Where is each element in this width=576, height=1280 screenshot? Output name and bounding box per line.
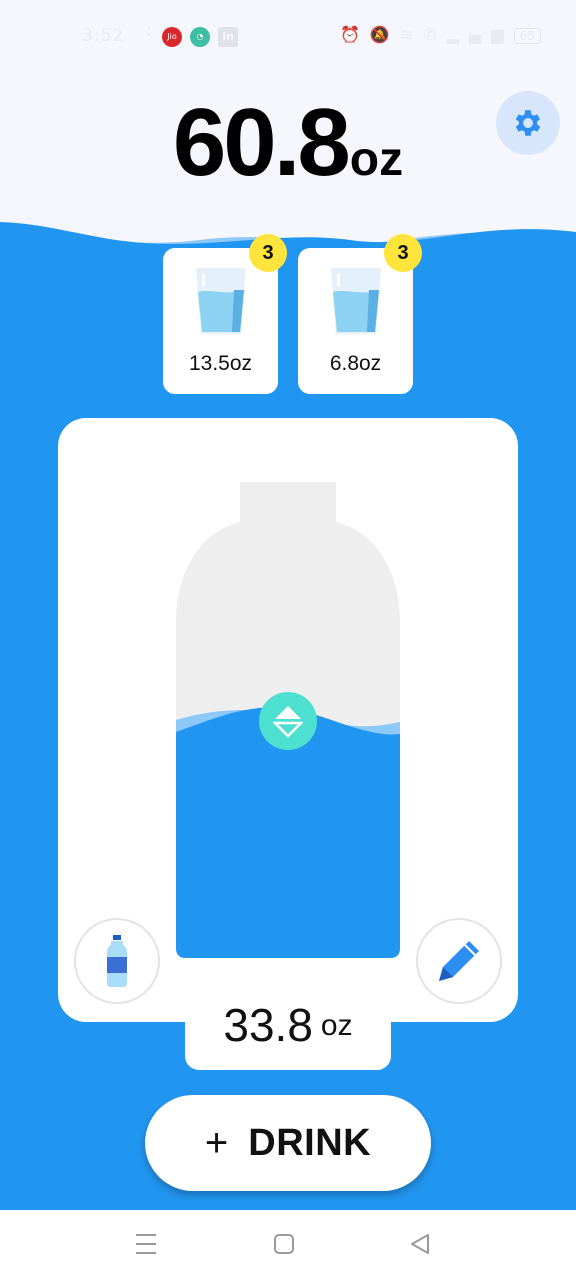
cup-size-label: 6.8oz (329, 352, 382, 375)
amount-value: 33.8 (223, 999, 313, 1051)
pencil-icon (439, 941, 479, 981)
total-intake: 60.8oz (0, 88, 576, 198)
linkedin-icon: in (218, 27, 238, 47)
menu-icon[interactable] (135, 1232, 157, 1256)
drink-label: DRINK (248, 1121, 372, 1164)
alarm-icon: ⏰ (340, 25, 370, 44)
signal-icon: ▂▄▆ (446, 25, 514, 44)
navigation-bar (0, 1210, 576, 1280)
bottle-select-button[interactable] (74, 918, 160, 1004)
cup-card-2[interactable]: 6.8oz 3 (298, 234, 422, 394)
cup-size-label: 13.5oz (188, 352, 253, 375)
gear-icon (515, 110, 541, 136)
battery-icon: 65 (513, 28, 541, 44)
level-drag-handle[interactable] (259, 692, 317, 750)
water-bottle-icon (107, 935, 127, 987)
glass-icon (331, 268, 381, 334)
mute-icon: 🔕 (369, 25, 400, 44)
water-wave (0, 222, 576, 280)
drink-button[interactable]: + DRINK (145, 1095, 431, 1191)
up-down-arrows-icon (273, 706, 303, 738)
status-time: 3:52 (82, 26, 125, 46)
amount-display[interactable]: 33.8 oz (185, 990, 391, 1070)
cup-count-badge: 3 (249, 234, 287, 272)
wifi-icon: ≋ (399, 25, 424, 44)
plus-icon: + (204, 1120, 229, 1165)
jio-icon: Jio (162, 27, 182, 47)
status-bar: 3:52 ⋮ Jio ◔ in ⏰🔕≋✆▂▄▆ 65 (0, 20, 576, 56)
total-unit: oz (349, 133, 404, 186)
cup-count-badge: 3 (384, 234, 422, 272)
status-icons: ⏰🔕≋✆▂▄▆ 65 (340, 25, 541, 44)
settings-button[interactable] (496, 91, 560, 155)
back-icon[interactable] (409, 1232, 431, 1256)
dots-icon: ⋮ (140, 24, 158, 45)
glass-icon (196, 268, 246, 334)
edit-amount-button[interactable] (416, 918, 502, 1004)
chat-icon: ◔ (190, 27, 210, 47)
bottle-card (58, 418, 518, 1022)
amount-unit: oz (320, 1009, 353, 1042)
cup-card-1[interactable]: 13.5oz 3 (163, 234, 287, 394)
call-icon: ✆ (423, 25, 447, 44)
total-value: 60.8 (172, 89, 351, 196)
home-icon[interactable] (273, 1232, 295, 1256)
